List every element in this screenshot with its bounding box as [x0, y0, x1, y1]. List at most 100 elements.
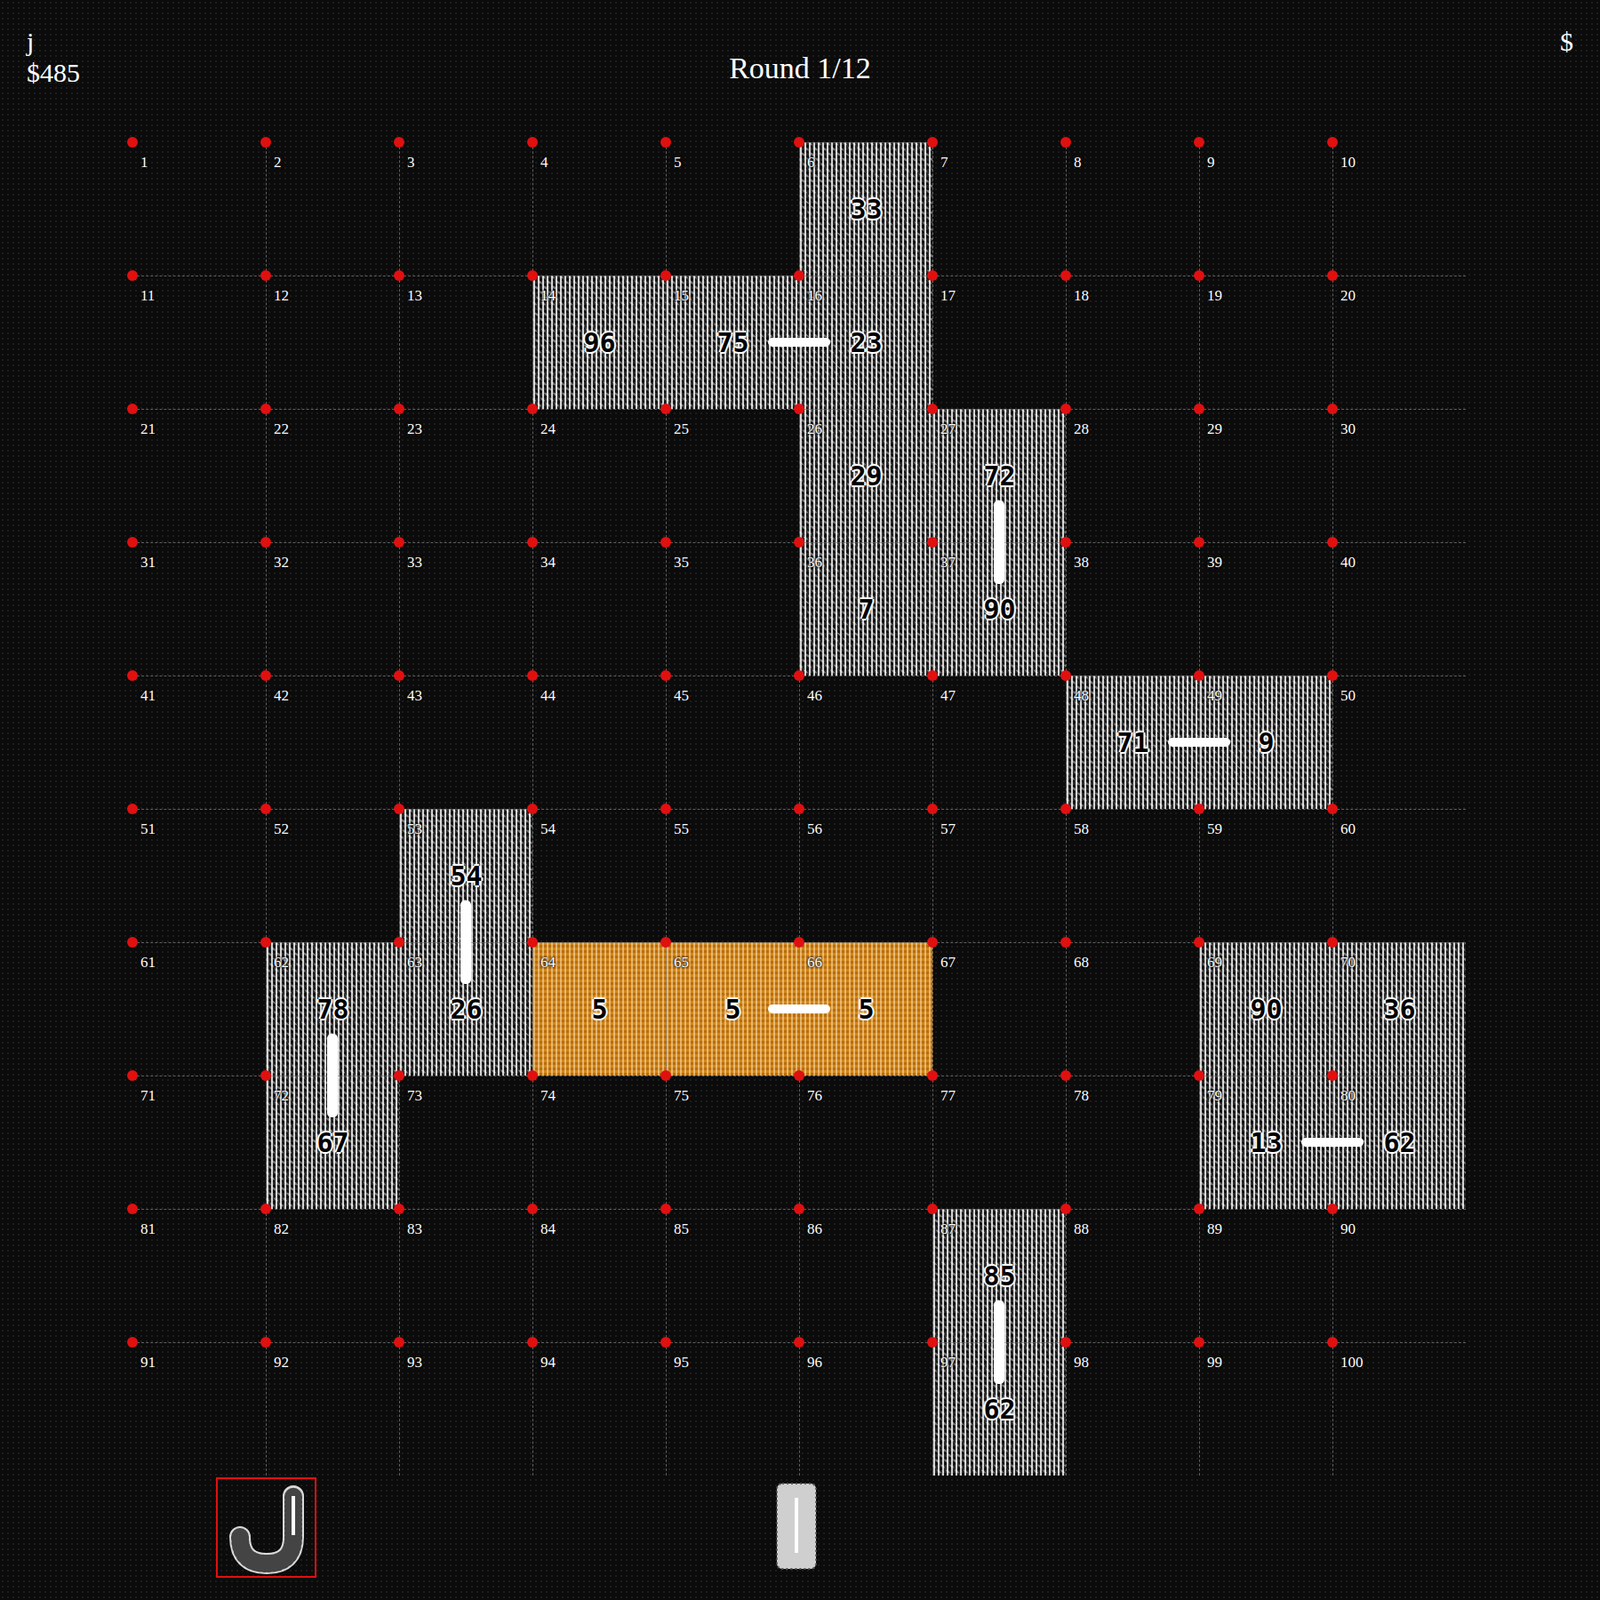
- board-cell[interactable]: 33: [399, 542, 533, 676]
- board-cell[interactable]: 85: [665, 1208, 800, 1343]
- board-cell[interactable]: 41: [132, 675, 266, 809]
- board-cell[interactable]: 4: [532, 142, 666, 276]
- board-cell[interactable]: 17: [932, 275, 1066, 409]
- cell-number: 27: [940, 420, 956, 439]
- board-cell[interactable]: 68: [1065, 942, 1200, 1076]
- board-cell[interactable]: 96: [799, 1342, 933, 1476]
- cell-number: 53: [407, 820, 423, 839]
- board-cell[interactable]: 55: [665, 808, 800, 943]
- board-cell[interactable]: 23: [399, 408, 533, 543]
- board-cell[interactable]: 50: [1332, 675, 1466, 809]
- board-cell[interactable]: 76: [799, 1075, 933, 1209]
- board-cell[interactable]: 82: [265, 1208, 400, 1343]
- tray-piece[interactable]: [216, 1477, 317, 1578]
- board-cell[interactable]: 2: [265, 142, 400, 276]
- board-cell[interactable]: 71: [132, 1075, 266, 1209]
- board-cell[interactable]: 5: [665, 142, 800, 276]
- board-cell[interactable]: 28: [1065, 408, 1200, 543]
- board-cell[interactable]: 39: [1199, 542, 1333, 676]
- tile-cell[interactable]: 633: [799, 142, 933, 276]
- board-cell[interactable]: 98: [1065, 1342, 1200, 1476]
- cell-number: 74: [540, 1087, 556, 1105]
- tile-cell[interactable]: 2629: [799, 408, 933, 543]
- board-cell[interactable]: 81: [132, 1208, 266, 1343]
- board-cell[interactable]: 35: [665, 542, 800, 676]
- board-cell[interactable]: 44: [532, 675, 666, 809]
- board-cell[interactable]: 52: [265, 808, 400, 943]
- tile-cell[interactable]: 1496: [532, 275, 666, 409]
- board-cell[interactable]: 11: [132, 275, 266, 409]
- board-cell[interactable]: 10: [1332, 142, 1466, 276]
- board-cell[interactable]: 99: [1199, 1342, 1333, 1476]
- tile-cell[interactable]: 645: [532, 942, 666, 1076]
- board-cell[interactable]: 25: [665, 408, 800, 543]
- board-cell[interactable]: 75: [665, 1075, 800, 1209]
- board-cell[interactable]: 7: [932, 142, 1066, 276]
- hook-piece-icon: [220, 1481, 313, 1575]
- corner-dot: [393, 1070, 405, 1081]
- board-cell[interactable]: 46: [799, 675, 933, 809]
- board-cell[interactable]: 61: [132, 942, 266, 1076]
- tile-cell[interactable]: 367: [799, 542, 933, 676]
- tray-piece[interactable]: [769, 1477, 824, 1576]
- board-cell[interactable]: 32: [265, 542, 400, 676]
- board-cell[interactable]: 56: [799, 808, 933, 943]
- board-cell[interactable]: 95: [665, 1342, 800, 1476]
- board-cell[interactable]: 86: [799, 1208, 933, 1343]
- board-cell[interactable]: 89: [1199, 1208, 1333, 1343]
- board-cell[interactable]: 40: [1332, 542, 1466, 676]
- corner-dot: [1193, 403, 1205, 415]
- board-cell[interactable]: 42: [265, 675, 400, 809]
- board-cell[interactable]: 30: [1332, 408, 1466, 543]
- board-cell[interactable]: 1: [132, 142, 266, 276]
- corner-dot: [527, 403, 538, 415]
- cell-number: 11: [140, 287, 155, 305]
- board-cell[interactable]: 78: [1065, 1075, 1200, 1209]
- board-cell[interactable]: 47: [932, 675, 1066, 809]
- board-cell[interactable]: 38: [1065, 542, 1200, 676]
- board-cell[interactable]: 67: [932, 942, 1066, 1076]
- corner-dot: [1060, 536, 1072, 548]
- board-cell[interactable]: 54: [532, 808, 666, 943]
- board-cell[interactable]: 20: [1332, 275, 1466, 409]
- board-cell[interactable]: 73: [399, 1075, 533, 1209]
- board-cell[interactable]: 84: [532, 1208, 666, 1343]
- board-cell[interactable]: 24: [532, 408, 666, 543]
- board-cell[interactable]: 13: [399, 275, 533, 409]
- tile-cell[interactable]: 7036: [1332, 942, 1466, 1076]
- board-cell[interactable]: 57: [932, 808, 1066, 943]
- board-cell[interactable]: 3: [399, 142, 533, 276]
- board-cell[interactable]: 18: [1065, 275, 1200, 409]
- board-cell[interactable]: 77: [932, 1075, 1066, 1209]
- board-cell[interactable]: 31: [132, 542, 266, 676]
- board-cell[interactable]: 19: [1199, 275, 1333, 409]
- board-cell[interactable]: 21: [132, 408, 266, 543]
- board-cell[interactable]: 9: [1199, 142, 1333, 276]
- board-cell[interactable]: 22: [265, 408, 400, 543]
- cell-number: 82: [273, 1220, 289, 1239]
- tile-value: 90: [979, 593, 1019, 625]
- corner-dot: [393, 403, 405, 415]
- board-cell[interactable]: 83: [399, 1208, 533, 1343]
- board-cell[interactable]: 51: [132, 808, 266, 943]
- board-cell[interactable]: 59: [1199, 808, 1333, 943]
- board-cell[interactable]: 74: [532, 1075, 666, 1209]
- board-cell[interactable]: 100: [1332, 1342, 1466, 1476]
- board-cell[interactable]: 8: [1065, 142, 1200, 276]
- cell-number: 48: [1073, 687, 1089, 705]
- board-cell[interactable]: 93: [399, 1342, 533, 1476]
- board-cell[interactable]: 90: [1332, 1208, 1466, 1343]
- board-cell[interactable]: 43: [399, 675, 533, 809]
- tile-cell[interactable]: 6990: [1199, 942, 1333, 1076]
- board-cell[interactable]: 34: [532, 542, 666, 676]
- board-cell[interactable]: 58: [1065, 808, 1200, 943]
- board-cell[interactable]: 12: [265, 275, 400, 409]
- board-cell[interactable]: 91: [132, 1342, 266, 1476]
- board-cell[interactable]: 60: [1332, 808, 1466, 943]
- board-cell[interactable]: 29: [1199, 408, 1333, 543]
- cell-number: 70: [1340, 953, 1356, 972]
- board-cell[interactable]: 94: [532, 1342, 666, 1476]
- board-cell[interactable]: 45: [665, 675, 800, 809]
- board-cell[interactable]: 88: [1065, 1208, 1200, 1343]
- board-cell[interactable]: 92: [265, 1342, 400, 1476]
